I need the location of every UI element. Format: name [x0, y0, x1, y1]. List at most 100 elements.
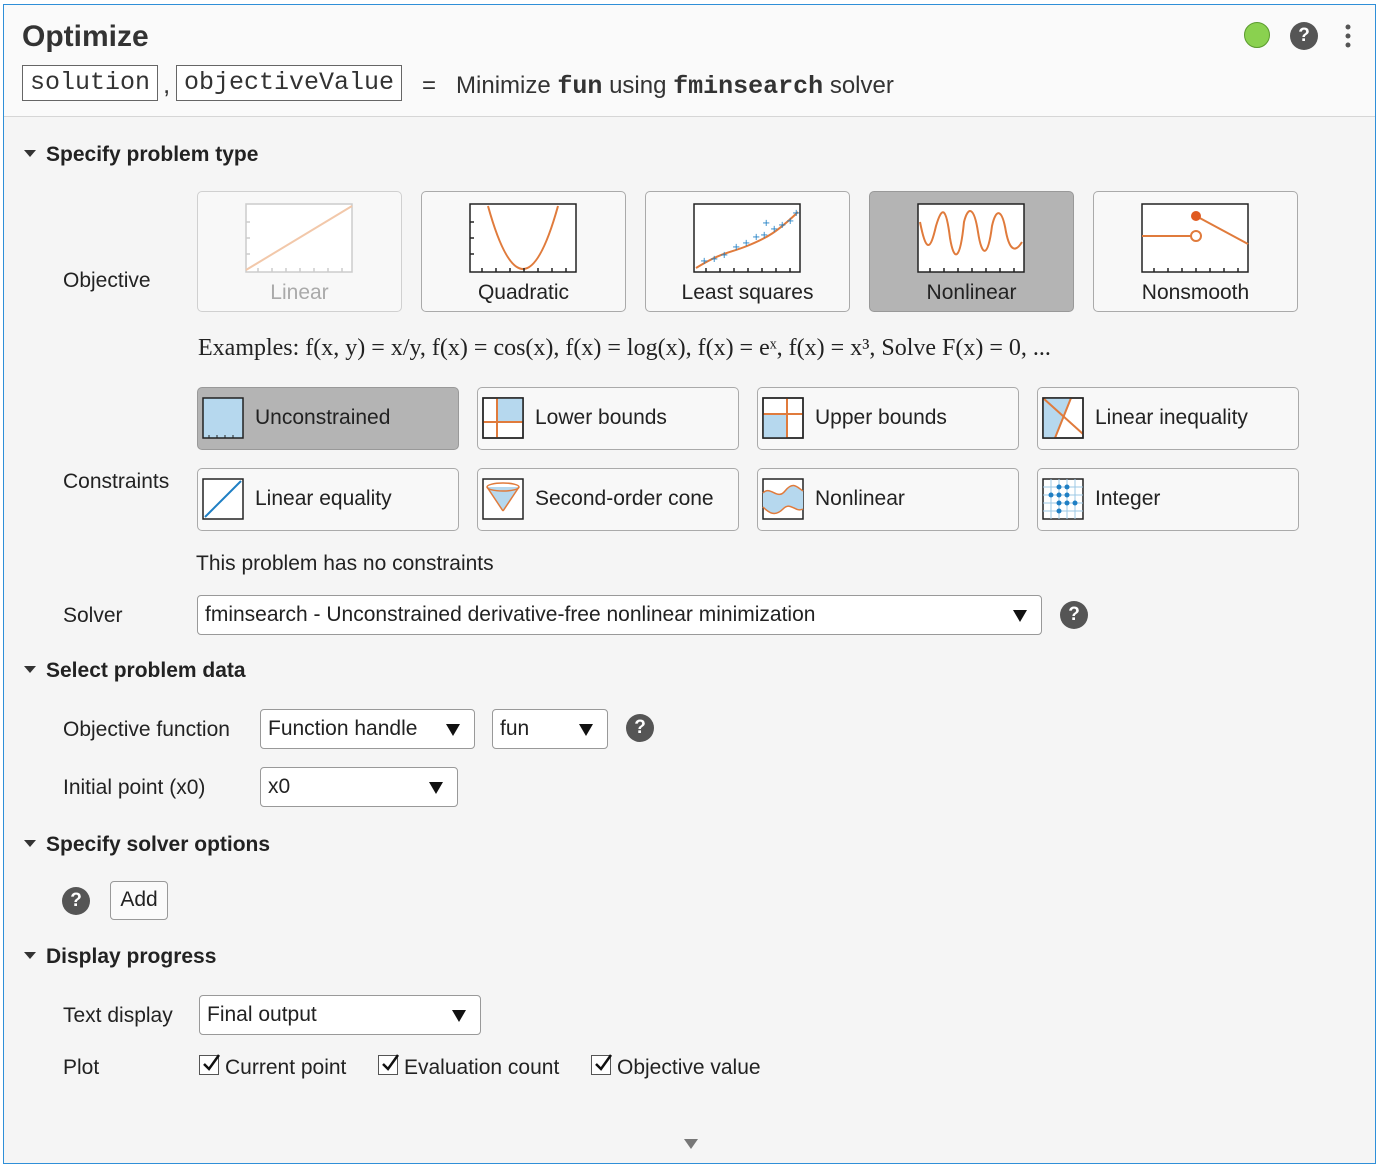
constraint-upper-bounds-button[interactable]: Upper bounds: [757, 387, 1019, 450]
quadratic-plot-icon: [469, 203, 577, 273]
solver-help-icon[interactable]: ?: [1060, 601, 1088, 629]
checkbox-checked-icon[interactable]: [199, 1054, 221, 1076]
objective-function-help-icon[interactable]: ?: [626, 714, 654, 742]
linear-inequality-icon: [1042, 397, 1084, 439]
section-title: Specify problem type: [46, 143, 259, 166]
constraint-second-order-cone-button[interactable]: Second-order cone: [477, 468, 739, 531]
text-display-label: Text display: [63, 1004, 173, 1027]
checkbox-checked-icon[interactable]: [378, 1054, 400, 1076]
checkbox-checked-icon[interactable]: [591, 1054, 613, 1076]
constraint-lower-bounds-button[interactable]: Lower bounds: [477, 387, 739, 450]
section-display-progress[interactable]: Display progress: [24, 945, 216, 969]
objective-button-label: Nonlinear: [926, 281, 1017, 304]
constraint-note: This problem has no constraints: [196, 552, 494, 575]
section-title: Specify solver options: [46, 833, 271, 856]
section-select-problem-data[interactable]: Select problem data: [24, 659, 246, 683]
objective-linear-button[interactable]: Linear: [197, 191, 402, 312]
output-variable-solution[interactable]: solution: [22, 65, 159, 101]
summary-using: using: [609, 72, 667, 99]
summary-solver-name: fminsearch: [673, 72, 824, 101]
initial-point-value: x0: [268, 775, 291, 798]
constraint-button-label: Integer: [1095, 487, 1161, 510]
dropdown-arrow-icon: [579, 724, 593, 736]
plot-label: Plot: [63, 1056, 100, 1079]
constraint-button-label: Nonlinear: [815, 487, 905, 510]
collapse-triangle-icon: [24, 839, 36, 847]
task-header: Optimize ? solution , objectiveValue = M…: [4, 5, 1375, 117]
constraint-nonlinear-button[interactable]: Nonlinear: [757, 468, 1019, 531]
status-indicator-icon: [1244, 22, 1270, 48]
objective-nonsmooth-button[interactable]: Nonsmooth: [1093, 191, 1298, 312]
initial-point-dropdown[interactable]: x0: [260, 767, 458, 807]
svg-text:+: +: [732, 242, 740, 253]
svg-text:+: +: [710, 254, 718, 265]
constraints-label: Constraints: [63, 470, 170, 493]
linear-equality-icon: [202, 478, 244, 520]
svg-text:+: +: [792, 208, 800, 219]
objective-examples: Examples: f(x, y) = x/y, f(x) = cos(x), …: [198, 335, 1051, 361]
help-icon[interactable]: ?: [1290, 22, 1318, 50]
objective-quadratic-button[interactable]: Quadratic: [421, 191, 626, 312]
constraint-button-label: Linear inequality: [1095, 406, 1248, 429]
plot-objective-value-checkbox[interactable]: Objective value: [591, 1054, 761, 1080]
solver-label: Solver: [63, 604, 123, 627]
objective-label: Objective: [63, 269, 151, 292]
second-order-cone-icon: [482, 478, 524, 520]
summary-solver: solver: [829, 72, 894, 99]
svg-text:+: +: [720, 250, 728, 261]
collapse-triangle-icon: [24, 951, 36, 959]
checkbox-label: Objective value: [617, 1056, 761, 1079]
solver-dropdown[interactable]: fminsearch - Unconstrained derivative-fr…: [197, 595, 1042, 635]
text-display-value: Final output: [207, 1003, 317, 1026]
objective-function-value: fun: [500, 717, 530, 740]
solver-dropdown-value: fminsearch - Unconstrained derivative-fr…: [205, 603, 816, 626]
constraint-linear-inequality-button[interactable]: Linear inequality: [1037, 387, 1299, 450]
page-title: Optimize: [22, 20, 149, 53]
section-specify-problem-type[interactable]: Specify problem type: [24, 143, 258, 167]
dropdown-arrow-icon: [452, 1010, 466, 1022]
objective-button-label: Nonsmooth: [1141, 281, 1250, 304]
add-option-button[interactable]: Add: [110, 881, 168, 920]
objective-least-squares-button[interactable]: + + + + + + + + + + + + Least squares: [645, 191, 850, 312]
objective-button-label: Quadratic: [477, 281, 570, 304]
constraint-button-label: Unconstrained: [255, 406, 391, 429]
constraint-integer-button[interactable]: Integer: [1037, 468, 1299, 531]
dropdown-arrow-icon: [1013, 610, 1027, 622]
svg-text:+: +: [700, 256, 708, 267]
equals-sign: =: [422, 72, 437, 99]
section-title: Display progress: [46, 945, 217, 968]
summary-minimize: Minimize: [456, 72, 551, 99]
initial-point-label: Initial point (x0): [63, 776, 206, 799]
output-separator: ,: [163, 69, 171, 99]
integer-icon: [1042, 478, 1084, 520]
task-summary: = Minimize fun using fminsearch solver: [422, 72, 894, 101]
least-squares-plot-icon: + + ++ ++ ++ + +++: [693, 203, 801, 273]
solver-options-help-icon[interactable]: ?: [62, 887, 90, 915]
svg-text:+: +: [742, 238, 750, 249]
constraint-unconstrained-button[interactable]: Unconstrained: [197, 387, 459, 450]
nonlinear-plot-icon: [917, 203, 1025, 273]
objective-button-label: Linear: [270, 281, 329, 304]
objective-nonlinear-button[interactable]: Nonlinear: [869, 191, 1074, 312]
more-options-icon[interactable]: [1340, 21, 1356, 51]
constraint-button-label: Upper bounds: [815, 406, 947, 429]
objective-function-dropdown[interactable]: fun: [492, 709, 608, 749]
linear-plot-icon: [245, 203, 353, 273]
objective-function-label: Objective function: [63, 718, 230, 741]
unconstrained-icon: [202, 397, 244, 439]
collapse-triangle-icon: [24, 665, 36, 673]
constraint-button-label: Lower bounds: [535, 406, 667, 429]
text-display-dropdown[interactable]: Final output: [199, 995, 481, 1035]
nonlinear-constraint-icon: [762, 478, 804, 520]
output-variable-objective-value[interactable]: objectiveValue: [176, 65, 403, 101]
plot-current-point-checkbox[interactable]: Current point: [199, 1054, 346, 1080]
constraint-linear-equality-button[interactable]: Linear equality: [197, 468, 459, 531]
plot-evaluation-count-checkbox[interactable]: Evaluation count: [378, 1054, 559, 1080]
svg-text:+: +: [760, 230, 768, 241]
optimize-task-panel: Optimize ? solution , objectiveValue = M…: [3, 4, 1376, 1164]
expand-more-icon[interactable]: [684, 1139, 698, 1149]
objective-type-dropdown[interactable]: Function handle: [260, 709, 475, 749]
objective-type-value: Function handle: [268, 717, 418, 740]
section-title: Select problem data: [46, 659, 246, 682]
section-specify-solver-options[interactable]: Specify solver options: [24, 833, 270, 857]
